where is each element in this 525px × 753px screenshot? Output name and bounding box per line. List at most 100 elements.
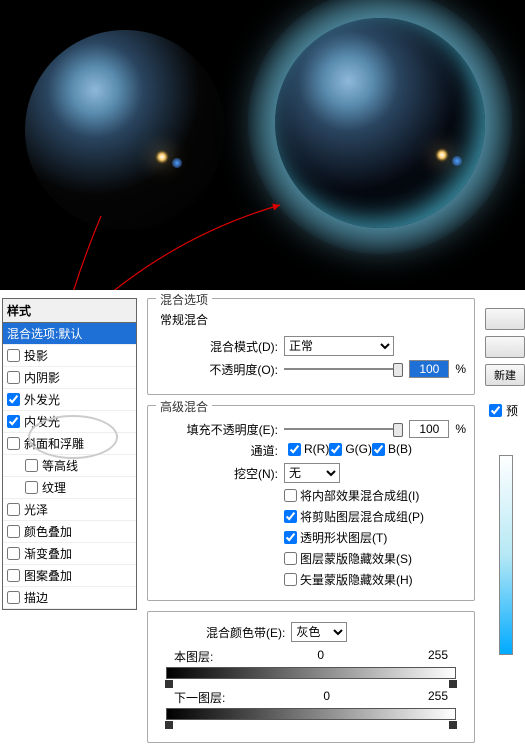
style-label: 混合选项:默认 bbox=[7, 325, 82, 342]
style-checkbox[interactable] bbox=[7, 525, 20, 538]
style-item[interactable]: 斜面和浮雕 bbox=[3, 433, 136, 455]
channels-label: 通道: bbox=[168, 442, 278, 459]
style-label: 图案叠加 bbox=[24, 567, 72, 584]
this-layer-label: 本图层: bbox=[174, 648, 213, 665]
under-layer-low: 0 bbox=[323, 689, 330, 706]
fill-unit: % bbox=[455, 422, 466, 436]
advanced-flag[interactable]: 矢量蒙版隐藏效果(H) bbox=[284, 571, 466, 588]
gradient-stop[interactable] bbox=[449, 680, 457, 688]
blend-mode-label: 混合模式(D): bbox=[168, 338, 278, 355]
planet-after bbox=[275, 18, 485, 228]
style-item[interactable]: 纹理 bbox=[3, 477, 136, 499]
style-item[interactable]: 图案叠加 bbox=[3, 565, 136, 587]
button-partial[interactable] bbox=[485, 336, 525, 358]
this-layer-low: 0 bbox=[317, 648, 324, 665]
styles-panel: 样式 混合选项:默认投影内阴影外发光内发光斜面和浮雕等高线纹理光泽颜色叠加渐变叠… bbox=[2, 298, 137, 610]
style-checkbox[interactable] bbox=[7, 393, 20, 406]
channel-checkbox[interactable]: R(R) bbox=[288, 442, 329, 456]
style-label: 颜色叠加 bbox=[24, 523, 72, 540]
advanced-flag[interactable]: 将内部效果混合成组(I) bbox=[284, 487, 466, 504]
opacity-unit: % bbox=[455, 362, 466, 376]
advanced-flag[interactable]: 图层蒙版隐藏效果(S) bbox=[284, 550, 466, 567]
button-partial[interactable] bbox=[485, 308, 525, 330]
right-buttons: 新建 预 bbox=[485, 298, 525, 655]
style-checkbox[interactable] bbox=[7, 437, 20, 450]
style-label: 描边 bbox=[24, 589, 48, 606]
group-legend: 高级混合 bbox=[156, 398, 212, 415]
comparison-image bbox=[0, 0, 525, 290]
style-label: 外发光 bbox=[24, 391, 60, 408]
blend-mode-row: 混合模式(D): 正常 bbox=[156, 336, 466, 356]
blending-options-panel: 混合选项 常规混合 混合模式(D): 正常 不透明度(O): % 高级混合 填充… bbox=[147, 298, 475, 753]
opacity-slider[interactable] bbox=[284, 361, 403, 377]
planet-before bbox=[25, 30, 225, 230]
lens-dot bbox=[452, 156, 462, 166]
knockout-label: 挖空(N): bbox=[168, 465, 278, 482]
gradient-stop[interactable] bbox=[449, 721, 457, 729]
knockout-select[interactable]: 无 bbox=[284, 463, 340, 483]
opacity-row: 不透明度(O): % bbox=[156, 360, 466, 378]
style-label: 内阴影 bbox=[24, 369, 60, 386]
general-heading: 常规混合 bbox=[160, 311, 466, 328]
color-gradient-bar[interactable] bbox=[499, 455, 513, 655]
blend-if-group: 混合颜色带(E): 灰色 本图层: 0 255 下一图层: bbox=[147, 611, 475, 743]
under-layer-gradient[interactable] bbox=[166, 708, 456, 720]
advanced-flag[interactable]: 将剪贴图层混合成组(P) bbox=[284, 508, 466, 525]
style-checkbox[interactable] bbox=[7, 371, 20, 384]
channels-row: 通道: R(R)G(G)B(B) bbox=[156, 442, 466, 459]
style-label: 斜面和浮雕 bbox=[24, 435, 84, 452]
lens-flare bbox=[435, 148, 449, 162]
style-checkbox[interactable] bbox=[7, 569, 20, 582]
knockout-row: 挖空(N): 无 bbox=[156, 463, 466, 483]
blend-mode-select[interactable]: 正常 bbox=[284, 336, 394, 356]
fill-opacity-slider[interactable] bbox=[284, 421, 403, 437]
lens-flare bbox=[155, 150, 169, 164]
style-checkbox[interactable] bbox=[7, 503, 20, 516]
style-checkbox[interactable] bbox=[7, 547, 20, 560]
style-item[interactable]: 渐变叠加 bbox=[3, 543, 136, 565]
style-label: 内发光 bbox=[24, 413, 60, 430]
style-label: 等高线 bbox=[42, 457, 78, 474]
advanced-blending-group: 高级混合 填充不透明度(E): % 通道: R(R)G(G)B(B) 挖空(N)… bbox=[147, 405, 475, 601]
group-legend: 混合选项 bbox=[156, 291, 212, 308]
style-label: 渐变叠加 bbox=[24, 545, 72, 562]
fill-opacity-input[interactable] bbox=[409, 420, 449, 438]
style-checkbox[interactable] bbox=[7, 415, 20, 428]
style-item[interactable]: 外发光 bbox=[3, 389, 136, 411]
this-layer-high: 255 bbox=[428, 648, 448, 665]
gradient-stop[interactable] bbox=[165, 721, 173, 729]
advanced-flag[interactable]: 透明形状图层(T) bbox=[284, 529, 466, 546]
styles-panel-header: 样式 bbox=[3, 299, 136, 323]
blending-options-group: 混合选项 常规混合 混合模式(D): 正常 不透明度(O): % bbox=[147, 298, 475, 395]
gradient-stop[interactable] bbox=[165, 680, 173, 688]
opacity-label: 不透明度(O): bbox=[168, 361, 278, 378]
style-item[interactable]: 投影 bbox=[3, 345, 136, 367]
channel-checkbox[interactable]: B(B) bbox=[372, 442, 412, 456]
lens-dot bbox=[172, 158, 182, 168]
style-checkbox[interactable] bbox=[7, 591, 20, 604]
blend-if-select[interactable]: 灰色 bbox=[291, 622, 347, 642]
new-style-button[interactable]: 新建 bbox=[485, 364, 525, 386]
style-label: 投影 bbox=[24, 347, 48, 364]
channel-checkbox[interactable]: G(G) bbox=[329, 442, 372, 456]
style-item[interactable]: 等高线 bbox=[3, 455, 136, 477]
style-label: 光泽 bbox=[24, 501, 48, 518]
this-layer-gradient[interactable] bbox=[166, 667, 456, 679]
style-checkbox[interactable] bbox=[7, 349, 20, 362]
under-layer-label: 下一图层: bbox=[174, 689, 225, 706]
style-item[interactable]: 光泽 bbox=[3, 499, 136, 521]
opacity-input[interactable] bbox=[409, 360, 449, 378]
style-item[interactable]: 颜色叠加 bbox=[3, 521, 136, 543]
under-layer-high: 255 bbox=[428, 689, 448, 706]
style-item[interactable]: 混合选项:默认 bbox=[3, 323, 136, 345]
fill-opacity-row: 填充不透明度(E): % bbox=[156, 420, 466, 438]
style-item[interactable]: 内发光 bbox=[3, 411, 136, 433]
style-item[interactable]: 描边 bbox=[3, 587, 136, 609]
blend-if-label: 混合颜色带(E): bbox=[206, 624, 285, 641]
style-checkbox[interactable] bbox=[25, 459, 38, 472]
style-label: 纹理 bbox=[42, 479, 66, 496]
style-item[interactable]: 内阴影 bbox=[3, 367, 136, 389]
style-checkbox[interactable] bbox=[25, 481, 38, 494]
fill-opacity-label: 填充不透明度(E): bbox=[168, 421, 278, 438]
preview-checkbox[interactable]: 预 bbox=[485, 402, 525, 419]
